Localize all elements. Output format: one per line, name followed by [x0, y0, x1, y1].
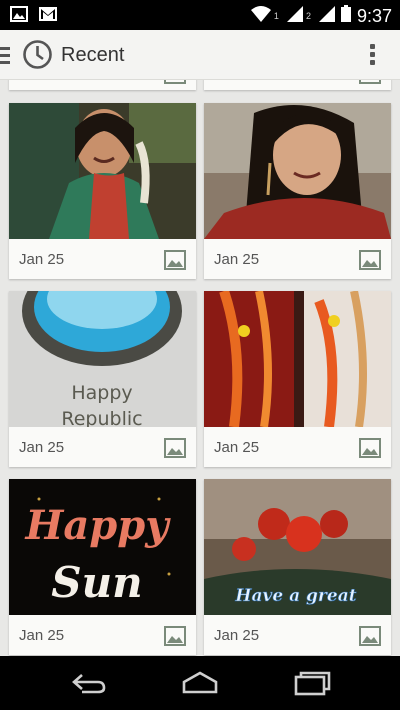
sim2-label: 2 [305, 11, 311, 21]
photo-card[interactable]: Have a great Jan 25 [204, 479, 391, 655]
image-icon [359, 250, 381, 270]
wifi-icon [250, 5, 271, 27]
photo-card[interactable]: Jan 25 [204, 103, 391, 279]
partial-card-right[interactable] [204, 80, 391, 90]
recent-apps-icon[interactable] [292, 670, 332, 696]
clock-icon[interactable] [22, 39, 53, 70]
overflow-menu-icon[interactable] [370, 44, 376, 68]
signal-icon-2 [318, 5, 335, 27]
photo-card[interactable]: Happy Sun Jan 25 [9, 479, 196, 655]
image-icon [164, 438, 186, 458]
photo-woman-red-dress [204, 103, 391, 239]
photo-happy-republic: Happy Republic [9, 291, 196, 427]
image-icon [164, 80, 186, 84]
happy-text: Happy [71, 382, 132, 404]
sim1-label: 1 [273, 11, 279, 21]
card-date: Jan 25 [19, 439, 65, 456]
gmail-icon [38, 6, 58, 27]
status-bar: 1 2 9:37 [0, 0, 400, 30]
image-icon [164, 626, 186, 646]
card-date: Jan 25 [214, 439, 260, 456]
photo-card[interactable]: Happy Republic Jan 25 [9, 291, 196, 467]
back-icon[interactable] [68, 670, 108, 696]
menu-icon[interactable] [0, 47, 10, 68]
sun-text: Sun [51, 558, 142, 607]
battery-icon [340, 5, 351, 27]
card-date: Jan 25 [214, 251, 260, 268]
photo-grid: Jan 25 Jan 25 Happy Republic Jan 25 Jan … [0, 80, 400, 656]
status-time: 9:37 [356, 5, 392, 26]
photo-woman-green-saree [9, 103, 196, 239]
photo-wedding-garlands [204, 291, 391, 427]
card-date: Jan 25 [19, 627, 65, 644]
happy-text-2: Happy [25, 502, 172, 549]
card-date: Jan 25 [214, 627, 260, 644]
signal-icon [286, 5, 303, 27]
republic-text: Republic [61, 408, 142, 427]
partial-card-left[interactable] [9, 80, 196, 90]
image-notification-icon [10, 6, 28, 27]
photo-have-a-great: Have a great [204, 479, 391, 615]
photo-happy-sun: Happy Sun [9, 479, 196, 615]
navigation-bar [0, 656, 400, 710]
home-icon[interactable] [180, 670, 220, 696]
image-icon [359, 438, 381, 458]
image-icon [359, 80, 381, 84]
image-icon [359, 626, 381, 646]
photo-card[interactable]: Jan 25 [204, 291, 391, 467]
page-title: Recent [61, 44, 125, 66]
card-date: Jan 25 [19, 251, 65, 268]
app-bar: Recent [0, 30, 400, 80]
image-icon [164, 250, 186, 270]
photo-card[interactable]: Jan 25 [9, 103, 196, 279]
have-a-great-text: Have a great [234, 586, 356, 606]
